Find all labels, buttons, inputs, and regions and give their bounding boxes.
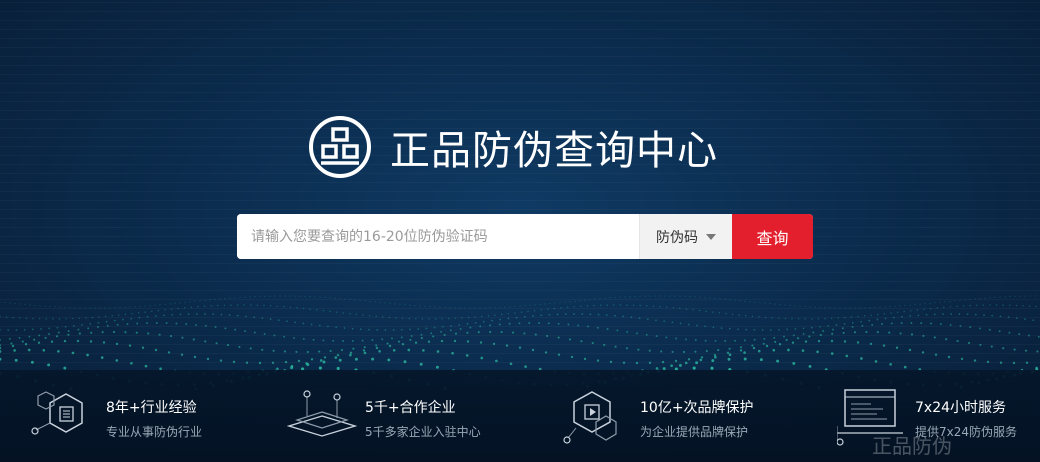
feature-subtitle: 5千多家企业入驻中心 (365, 424, 481, 439)
product-seal-icon (309, 116, 371, 178)
code-type-selected: 防伪码 (656, 229, 698, 246)
feature-title: 5千+合作企业 (365, 399, 456, 416)
feature-title: 8年+行业经验 (106, 399, 197, 416)
feature-title: 7x24小时服务 (915, 399, 1007, 416)
page-header: 正品防伪查询中心 (308, 114, 718, 180)
feature-partners: 5千+合作企业 5千多家企业入驻中心 (287, 388, 481, 448)
hexagon-document-icon (31, 391, 83, 435)
search-bar: 防伪码 查询 (237, 214, 813, 259)
feature-title: 10亿+次品牌保护 (640, 399, 754, 416)
layered-platform-icon (287, 390, 357, 437)
hexagon-play-icon (563, 391, 617, 444)
feature-subtitle: 专业从事防伪行业 (106, 424, 203, 439)
verification-code-input[interactable] (237, 214, 639, 259)
code-type-dropdown[interactable]: 防伪码 (639, 214, 732, 259)
page-title: 正品防伪查询中心 (390, 128, 718, 174)
feature-subtitle: 为企业提供品牌保护 (640, 424, 749, 439)
watermark: 正品防伪 (872, 434, 952, 458)
caret-down-icon (706, 233, 716, 240)
feature-protection: 10亿+次品牌保护 为企业提供品牌保护 (562, 388, 754, 448)
query-button[interactable]: 查询 (732, 214, 813, 259)
feature-experience: 8年+行业经验 专业从事防伪行业 (28, 388, 202, 448)
